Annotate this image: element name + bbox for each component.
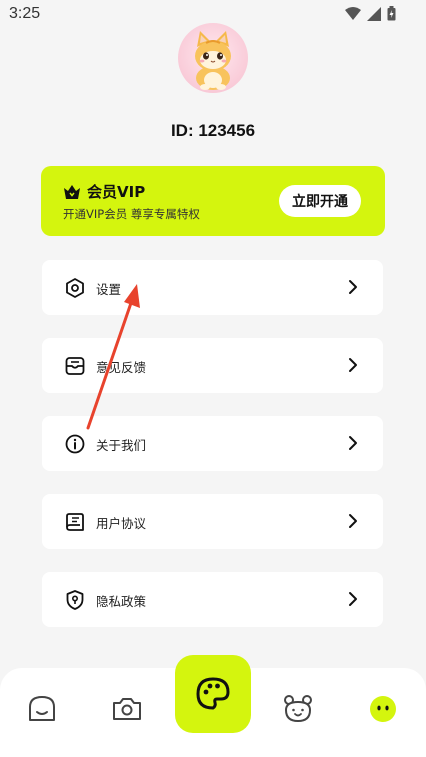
home-face-icon[interactable]	[25, 692, 59, 726]
cat-avatar-illustration	[195, 31, 231, 90]
menu-item-user-agreement[interactable]: 用户协议	[42, 494, 383, 549]
vip-crown-icon	[64, 184, 80, 199]
bear-icon[interactable]	[281, 692, 315, 726]
status-icons	[345, 6, 396, 21]
activate-vip-button[interactable]: 立即开通	[279, 185, 361, 217]
menu-item-settings[interactable]: 设置	[42, 260, 383, 315]
menu-item-label: 关于我们	[96, 438, 147, 453]
feedback-icon	[65, 357, 85, 375]
privacy-shield-icon	[66, 590, 84, 610]
avatar[interactable]	[178, 23, 248, 93]
camera-icon[interactable]	[110, 692, 144, 726]
menu-item-feedback[interactable]: 意见反馈	[42, 338, 383, 393]
vip-card[interactable]: 会员VIP 开通VIP会员 尊享专属特权 立即开通	[41, 166, 385, 236]
chevron-right-icon	[349, 592, 357, 606]
agreement-icon	[66, 513, 84, 531]
vip-subtitle: 开通VIP会员 尊享专属特权	[63, 207, 200, 221]
menu-item-label: 设置	[96, 282, 122, 297]
chevron-right-icon	[349, 436, 357, 450]
info-icon	[65, 434, 85, 454]
user-id: ID: 123456	[170, 121, 256, 140]
vip-title: 会员VIP	[87, 183, 146, 201]
chevron-right-icon	[349, 358, 357, 372]
vip-title-row: 会员VIP	[63, 181, 145, 202]
palette-icon	[196, 677, 230, 710]
settings-hexagon-icon	[66, 278, 84, 298]
battery-icon	[387, 6, 396, 21]
status-time: 3:25	[9, 5, 41, 22]
menu-item-label: 意见反馈	[96, 360, 147, 375]
menu-item-privacy-policy[interactable]: 隐私政策	[42, 572, 383, 627]
menu-item-about-us[interactable]: 关于我们	[42, 416, 383, 471]
wifi-icon	[345, 6, 361, 20]
signal-icon	[367, 6, 381, 21]
menu-item-label: 用户协议	[96, 516, 147, 531]
profile-face-icon[interactable]	[366, 692, 400, 726]
chevron-right-icon	[349, 280, 357, 294]
menu-item-label: 隐私政策	[96, 594, 147, 609]
chevron-right-icon	[349, 514, 357, 528]
center-palette-tab[interactable]	[175, 655, 251, 733]
